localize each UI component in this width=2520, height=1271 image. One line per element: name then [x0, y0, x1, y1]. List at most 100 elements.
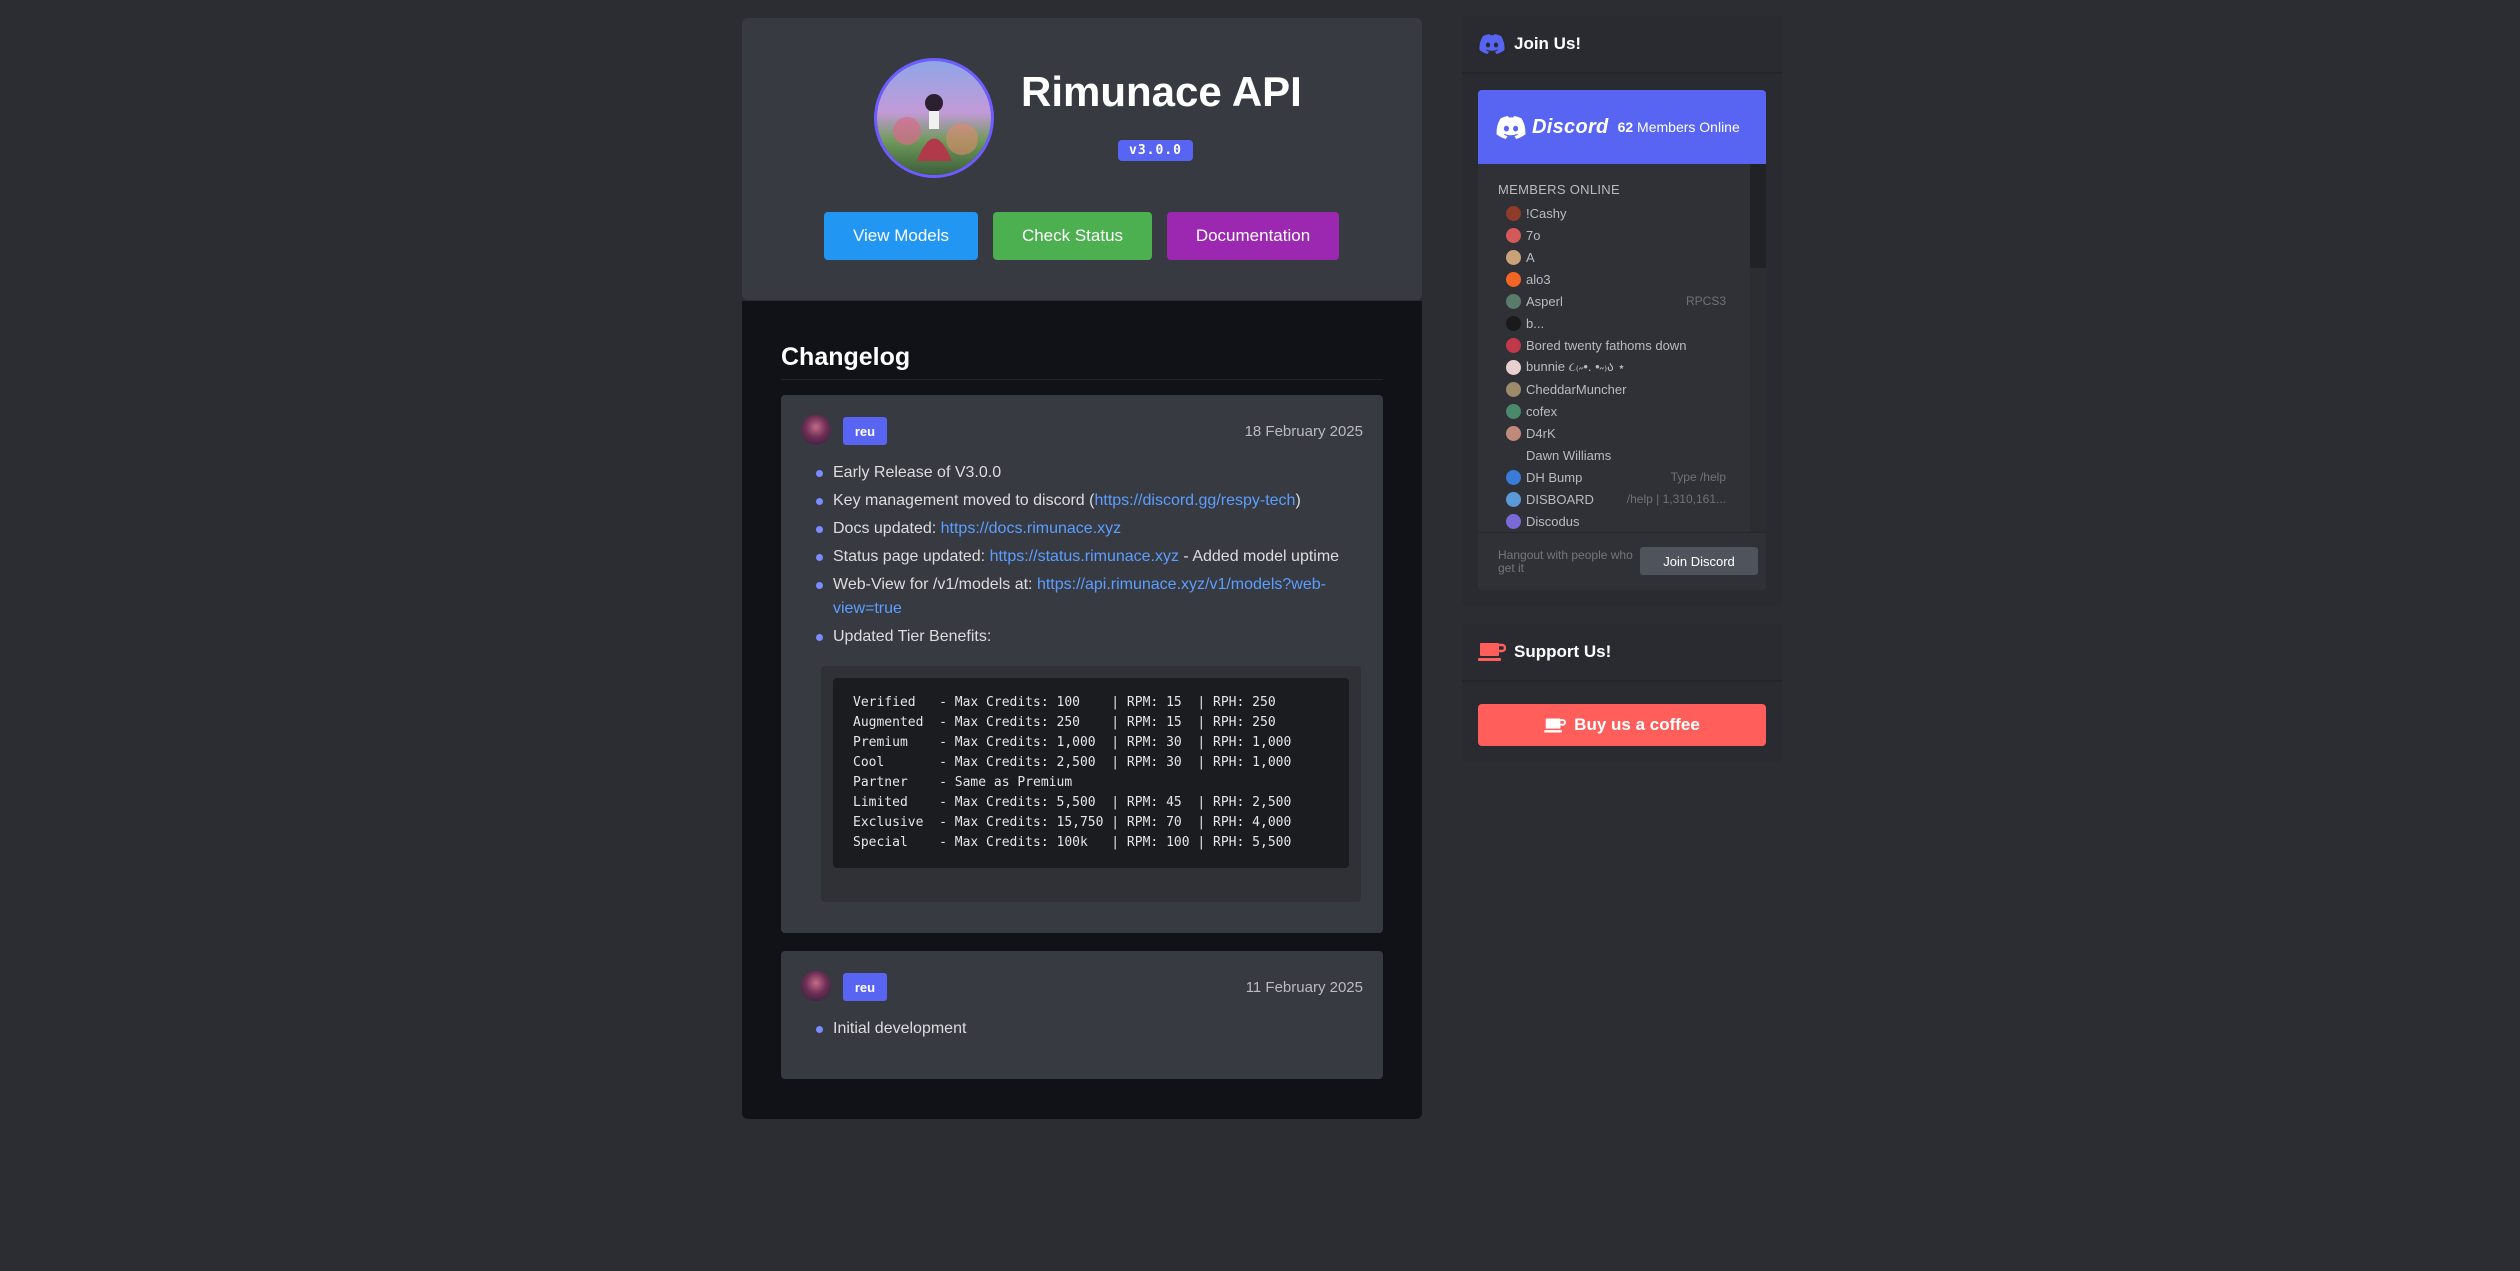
member-activity: Type /help	[1670, 470, 1726, 484]
member-name: A	[1526, 249, 1535, 265]
member-item[interactable]: Bored twenty fathoms down	[1506, 334, 1746, 356]
member-activity: /help | 1,310,161...	[1626, 492, 1726, 506]
list-item: Status page updated: https://status.rimu…	[816, 545, 1353, 569]
item-text: Docs updated:	[833, 520, 941, 537]
member-item[interactable]: alo3	[1506, 268, 1746, 290]
item-text: Initial development	[833, 1020, 967, 1037]
footer-text: Hangout with people who get it	[1498, 548, 1633, 575]
member-avatar	[1506, 315, 1521, 331]
members-online-label: MEMBERS ONLINE	[1498, 182, 1620, 197]
member-item[interactable]: 7o	[1506, 224, 1746, 246]
support-us-widget: Support Us! Buy us a coffee	[1462, 624, 1782, 762]
join-us-title: Join Us!	[1514, 34, 1582, 53]
changelog-divider	[781, 379, 1383, 380]
member-avatar	[1506, 205, 1521, 221]
member-item[interactable]: !Cashy	[1506, 202, 1746, 224]
documentation-button[interactable]: Documentation	[1167, 212, 1339, 260]
member-name: cofex	[1526, 403, 1558, 419]
member-item[interactable]: bunnie ૮₍˶•. •˶₎ა ⋆	[1506, 356, 1746, 378]
join-us-widget: Join Us! Discord 62 Members Online MEMBE…	[1462, 16, 1782, 606]
member-item[interactable]: Dawn Williams	[1506, 444, 1746, 466]
entry-list: Initial development	[816, 1017, 1353, 1045]
member-avatar	[1506, 271, 1521, 287]
page-title: Rimunace API	[1021, 68, 1302, 115]
member-name: DH Bump	[1526, 469, 1583, 485]
discord-brand-name: Discord	[1532, 115, 1609, 138]
scrollbar-thumb[interactable]	[1750, 164, 1766, 268]
author-badge: reu	[843, 973, 887, 1001]
avatar-artwork	[877, 61, 991, 175]
member-name: CheddarMuncher	[1526, 381, 1627, 397]
item-text: Updated Tier Benefits:	[833, 628, 992, 645]
member-item[interactable]: A	[1506, 246, 1746, 268]
item-text: Web-View for /v1/models at:	[833, 576, 1037, 593]
member-name: Discodus	[1526, 513, 1580, 529]
discord-logo-icon	[1496, 115, 1526, 139]
author-avatar	[801, 971, 831, 1001]
changelog-title: Changelog	[781, 343, 911, 371]
entry-list: Early Release of V3.0.0 Key management m…	[816, 461, 1353, 653]
members-panel[interactable]: MEMBERS ONLINE !Cashy 7o Aalo3 Asperl RPCS3 b…	[1478, 164, 1766, 532]
member-item[interactable]: cofex	[1506, 400, 1746, 422]
changelog-section: Changelog reu 18 February 2025 Early Rel…	[742, 301, 1422, 1119]
author-avatar	[801, 415, 831, 445]
entry-date: 11 February 2025	[1245, 979, 1363, 996]
item-text: Status page updated:	[833, 548, 990, 565]
online-count-label: Members Online	[1637, 119, 1740, 135]
discord-widget-header: Discord 62 Members Online	[1478, 90, 1766, 164]
member-item[interactable]: CheddarMuncher	[1506, 378, 1746, 400]
changelog-entry: reu 18 February 2025 Early Release of V3…	[781, 395, 1383, 933]
check-status-button[interactable]: Check Status	[993, 212, 1152, 260]
member-item[interactable]: Discodus	[1506, 510, 1746, 532]
member-name: bunnie ૮₍˶•. •˶₎ა ⋆	[1526, 359, 1626, 374]
member-item[interactable]: DH Bump Type /help	[1506, 466, 1746, 488]
entry-date: 18 February 2025	[1244, 423, 1363, 440]
member-name: DISBOARD	[1526, 491, 1594, 507]
version-badge: v3.0.0	[1118, 140, 1193, 161]
member-item[interactable]: D4rK	[1506, 422, 1746, 444]
member-avatar	[1506, 447, 1521, 463]
member-name: 7o	[1526, 227, 1541, 243]
list-item: Web-View for /v1/models at: https://api.…	[816, 573, 1353, 621]
member-name: alo3	[1526, 271, 1551, 287]
members-scrollbar[interactable]	[1750, 164, 1766, 532]
status-link[interactable]: https://status.rimunace.xyz	[990, 548, 1179, 565]
member-avatar	[1506, 337, 1521, 353]
member-item[interactable]: b...	[1506, 312, 1746, 334]
coffee-cup-icon	[1478, 638, 1506, 666]
item-text: Key management moved to discord (	[833, 492, 1095, 509]
member-avatar	[1506, 227, 1521, 243]
item-text: - Added model uptime	[1178, 548, 1340, 565]
changelog-entry: reu 11 February 2025 Initial development	[781, 951, 1383, 1079]
member-name: Dawn Williams	[1526, 447, 1612, 463]
members-list: !Cashy 7o Aalo3 Asperl RPCS3 b... Bored twenty…	[1506, 202, 1746, 532]
support-us-title: Support Us!	[1514, 642, 1612, 661]
member-item[interactable]: DISBOARD/help | 1,310,161...	[1506, 488, 1746, 510]
member-avatar	[1506, 403, 1521, 419]
member-activity: RPCS3	[1685, 294, 1726, 308]
join-discord-button[interactable]: Join Discord	[1640, 547, 1758, 575]
join-us-header: Join Us!	[1462, 16, 1782, 74]
member-avatar	[1506, 425, 1521, 441]
member-avatar	[1506, 491, 1521, 507]
discord-widget: Discord 62 Members Online MEMBERS ONLINE…	[1478, 90, 1766, 590]
discord-invite-link[interactable]: https://discord.gg/respy-tech	[1094, 492, 1295, 509]
member-name: Bored twenty fathoms down	[1526, 337, 1687, 353]
member-avatar	[1506, 469, 1521, 485]
item-text: )	[1295, 492, 1301, 509]
view-models-button[interactable]: View Models	[824, 212, 978, 260]
buy-coffee-button[interactable]: Buy us a coffee	[1478, 704, 1766, 746]
member-name: !Cashy	[1526, 205, 1567, 221]
header-card: Rimunace API v3.0.0 View Models Check St…	[742, 18, 1422, 300]
list-item: Docs updated: https://docs.rimunace.xyz	[816, 517, 1353, 541]
online-count: 62 Members Online	[1618, 119, 1740, 135]
member-item[interactable]: Asperl RPCS3	[1506, 290, 1746, 312]
tier-benefits-code: Verified - Max Credits: 100 | RPM: 15 | …	[833, 678, 1349, 868]
item-text: Early Release of V3.0.0	[833, 464, 1002, 481]
docs-link[interactable]: https://docs.rimunace.xyz	[941, 520, 1122, 537]
member-avatar	[1506, 513, 1521, 529]
online-count-number: 62	[1617, 119, 1634, 135]
member-name: D4rK	[1526, 425, 1556, 441]
member-avatar	[1506, 381, 1521, 397]
list-item: Early Release of V3.0.0	[816, 461, 1353, 485]
